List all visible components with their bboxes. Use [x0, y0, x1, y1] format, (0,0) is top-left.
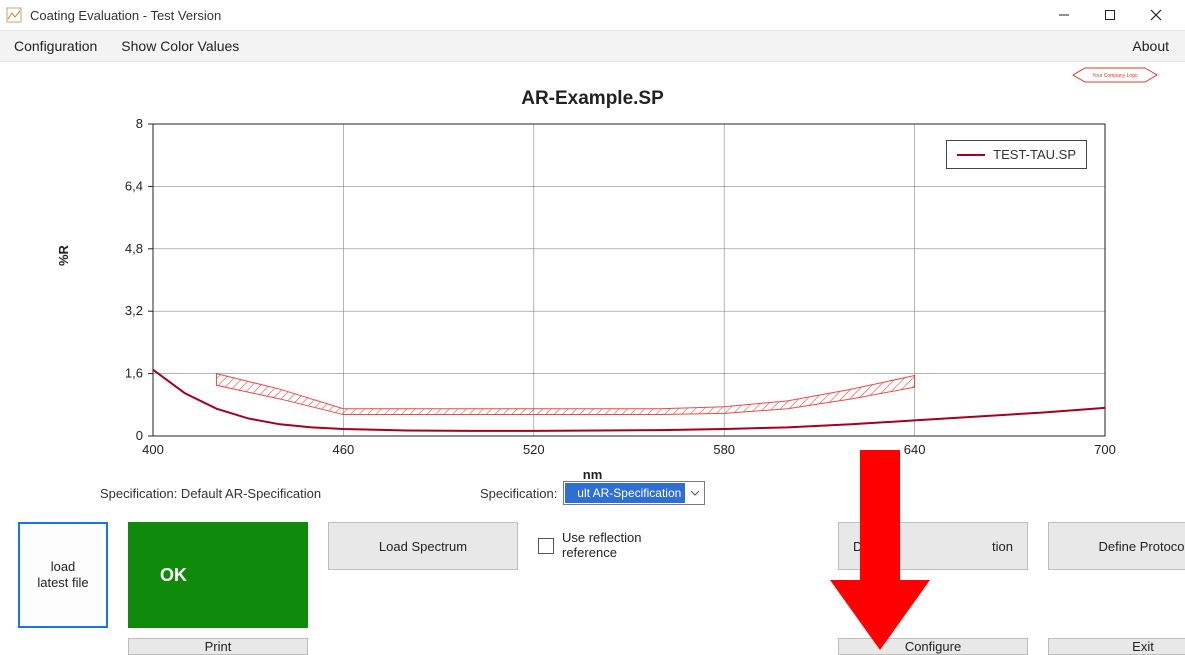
specification-dropdown[interactable]: ult AR-Specification — [563, 481, 705, 505]
use-reflection-checkbox[interactable]: Use reflectionreference — [538, 522, 818, 570]
window-maximize-button[interactable] — [1087, 0, 1133, 30]
svg-text:1,6: 1,6 — [124, 366, 142, 381]
chart-legend: TEST-TAU.SP — [946, 140, 1087, 169]
chart-area: %R 400 460 520 580 640 700 0 1,6 3,2 4,8 6,4 8 TEST… — [20, 116, 1165, 476]
app-icon — [6, 7, 22, 23]
svg-text:520: 520 — [522, 442, 544, 457]
svg-text:400: 400 — [142, 442, 164, 457]
load-spectrum-button[interactable]: Load Spectrum — [328, 522, 518, 570]
svg-text:8: 8 — [135, 116, 142, 131]
menu-bar: Configuration Show Color Values About — [0, 31, 1185, 62]
y-axis-label: %R — [56, 245, 71, 266]
x-axis-label: nm — [583, 467, 603, 482]
checkbox-icon — [538, 538, 554, 554]
chevron-down-icon — [686, 490, 704, 496]
window-close-button[interactable] — [1133, 0, 1179, 30]
svg-text:4,8: 4,8 — [124, 241, 142, 256]
window-title: Coating Evaluation - Test Version — [30, 8, 1041, 23]
legend-label: TEST-TAU.SP — [993, 147, 1076, 162]
configure-button[interactable]: Configure — [838, 638, 1028, 655]
svg-text:Your Company Logo: Your Company Logo — [1092, 73, 1138, 79]
svg-text:640: 640 — [903, 442, 925, 457]
load-latest-line1: load — [51, 559, 76, 575]
legend-swatch-icon — [957, 154, 985, 156]
specification-dropdown-value: ult AR-Specification — [565, 483, 685, 503]
svg-text:6,4: 6,4 — [124, 178, 142, 193]
print-button[interactable]: Print — [128, 638, 308, 655]
load-latest-file-button[interactable]: load latest file — [18, 522, 108, 628]
use-reflection-label: Use reflectionreference — [562, 531, 641, 561]
chart-title: AR-Example.SP — [0, 88, 1185, 110]
company-logo: Your Company Logo — [1073, 66, 1157, 84]
svg-text:700: 700 — [1094, 442, 1116, 457]
svg-text:460: 460 — [332, 442, 354, 457]
ok-button[interactable]: OK — [128, 522, 308, 628]
window-titlebar: Coating Evaluation - Test Version — [0, 0, 1185, 31]
delete-specification-button[interactable]: De tion — [838, 522, 1028, 570]
window-minimize-button[interactable] — [1041, 0, 1087, 30]
menu-about[interactable]: About — [1132, 38, 1169, 54]
specification-dropdown-label: Specification: — [480, 486, 557, 501]
menu-show-color-values[interactable]: Show Color Values — [121, 38, 239, 54]
svg-text:0: 0 — [135, 428, 142, 443]
menu-configuration[interactable]: Configuration — [14, 38, 97, 54]
svg-text:580: 580 — [713, 442, 735, 457]
exit-button[interactable]: Exit — [1048, 638, 1185, 655]
svg-text:3,2: 3,2 — [124, 303, 142, 318]
load-latest-line2: latest file — [37, 575, 88, 591]
define-protocol-button[interactable]: Define Protocol — [1048, 522, 1185, 570]
specification-text: Specification: Default AR-Specification — [100, 486, 480, 501]
